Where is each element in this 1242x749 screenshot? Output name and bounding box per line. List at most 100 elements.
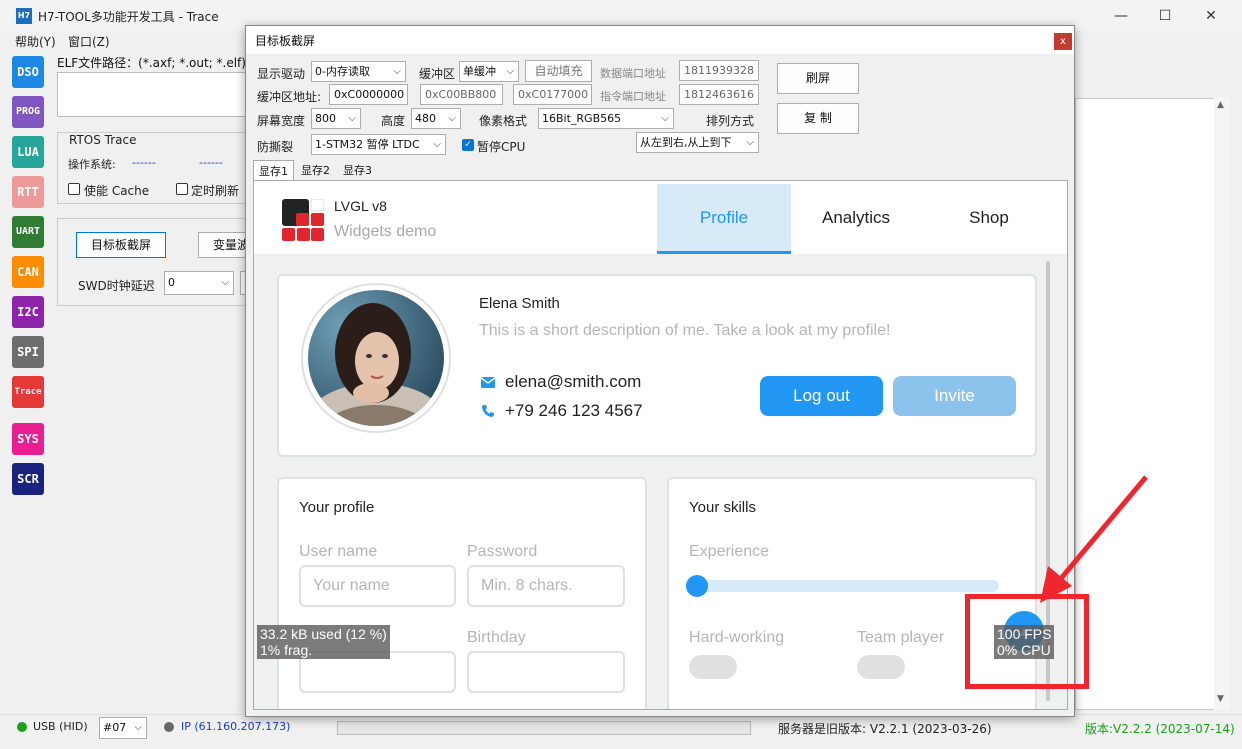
usb-status-icon bbox=[17, 722, 27, 732]
buffer-select[interactable]: 单缓冲 ⌵ bbox=[459, 61, 519, 82]
dso-button[interactable]: DSO bbox=[12, 56, 44, 88]
target-screenshot-button[interactable]: 目标板截屏 bbox=[76, 232, 166, 258]
vertical-scrollbar[interactable]: ▲ ▼ bbox=[1214, 98, 1230, 710]
tab-analytics[interactable]: Analytics bbox=[789, 184, 923, 254]
profile-email: elena@smith.com bbox=[505, 372, 642, 391]
tab-framebuffer-3[interactable]: 显存3 bbox=[338, 160, 377, 180]
refresh-screen-button[interactable]: 刷屏 bbox=[777, 63, 859, 94]
autofill-button[interactable]: 自动填充 bbox=[525, 60, 592, 82]
lvgl-header: LVGL v8 Widgets demo Profile Analytics S… bbox=[254, 181, 1067, 254]
experience-slider-knob[interactable] bbox=[686, 575, 708, 597]
i2c-button[interactable]: I2C bbox=[12, 296, 44, 328]
invite-button[interactable]: Invite bbox=[893, 376, 1016, 416]
elf-path-input[interactable] bbox=[57, 72, 252, 117]
profile-card: Elena Smith This is a short description … bbox=[277, 274, 1037, 457]
buffer-address-label: 缓冲区地址: bbox=[257, 90, 322, 104]
copy-button[interactable]: 复 制 bbox=[777, 103, 859, 134]
trace-output-area[interactable] bbox=[1075, 98, 1230, 710]
buffer-address-2[interactable]: 0xC00BB800 bbox=[420, 84, 503, 105]
tab-framebuffer-1[interactable]: 显存1 bbox=[253, 160, 294, 180]
trace-panel: ELF文件路径：(*.axf; *.out; *.elf) RTOS Trace… bbox=[52, 52, 258, 710]
buffer-address-3[interactable]: 0xC0177000 bbox=[513, 84, 592, 105]
order-select[interactable]: 从左到右,从上到下 ⌵ bbox=[636, 132, 759, 153]
pixel-format-label: 像素格式 bbox=[479, 114, 528, 128]
menu-window[interactable]: 窗口(Z) bbox=[68, 33, 110, 50]
sys-button[interactable]: SYS bbox=[12, 423, 44, 455]
trace-button[interactable]: Trace bbox=[12, 376, 44, 408]
avatar bbox=[301, 283, 451, 433]
minimize-button[interactable]: — bbox=[1108, 5, 1134, 27]
driver-select[interactable]: 0-内存读取 ⌵ bbox=[311, 61, 406, 82]
buffer-address-1[interactable]: 0xC0000000 bbox=[329, 84, 408, 105]
experience-slider-track[interactable] bbox=[689, 580, 999, 592]
usb-status: USB (HID) bbox=[33, 720, 88, 733]
scroll-up-icon[interactable]: ▲ bbox=[1217, 100, 1224, 110]
close-button[interactable]: ✕ bbox=[1198, 5, 1224, 27]
data-port-field[interactable]: 1811939328 bbox=[679, 60, 759, 81]
screenshot-dialog: 目标板截屏 x 显示驱动 0-内存读取 ⌵ 缓冲区 单缓冲 ⌵ 自动填充 数据端口地… bbox=[245, 25, 1075, 717]
experience-label: Experience bbox=[689, 543, 770, 560]
can-button[interactable]: CAN bbox=[12, 256, 44, 288]
lvgl-logo-icon bbox=[282, 199, 324, 241]
tear-select[interactable]: 1-STM32 暂停 LTDC ⌵ bbox=[311, 134, 446, 155]
chevron-down-icon: ⌵ bbox=[134, 722, 142, 733]
chevron-down-icon: ⌵ bbox=[433, 139, 441, 150]
ip-status-icon bbox=[164, 722, 174, 732]
tab-framebuffer-2[interactable]: 显存2 bbox=[296, 160, 335, 180]
birthday-label: Birthday bbox=[467, 629, 526, 646]
pixel-format-select[interactable]: 16Bit_RGB565 ⌵ bbox=[538, 108, 674, 129]
highlight-box bbox=[965, 594, 1089, 689]
memory-frag: 1% frag. bbox=[260, 642, 313, 658]
progress-bar bbox=[337, 721, 751, 735]
refresh-checkbox[interactable] bbox=[176, 183, 188, 195]
team-player-toggle[interactable] bbox=[857, 655, 905, 679]
elf-path-label: ELF文件路径：(*.axf; *.out; *.elf) bbox=[57, 56, 246, 70]
password-label: Password bbox=[467, 543, 538, 560]
rtt-button[interactable]: RTT bbox=[12, 176, 44, 208]
app-logo-icon: H7 bbox=[16, 8, 32, 24]
prog-button[interactable]: PROG bbox=[12, 96, 44, 128]
driver-label: 显示驱动 bbox=[257, 67, 306, 81]
spi-button[interactable]: SPI bbox=[12, 336, 44, 368]
username-label: User name bbox=[299, 543, 378, 560]
chevron-down-icon: ⌵ bbox=[393, 66, 401, 77]
cmd-port-field[interactable]: 1812463616 bbox=[679, 84, 759, 105]
password-input[interactable]: Min. 8 chars. bbox=[467, 565, 625, 607]
lua-button[interactable]: LUA bbox=[12, 136, 44, 168]
captured-screen: LVGL v8 Widgets demo Profile Analytics S… bbox=[253, 180, 1068, 710]
tool-sidebar: DSO PROG LUA RTT UART CAN I2C SPI Trace … bbox=[9, 52, 49, 710]
username-input[interactable]: Your name bbox=[299, 565, 456, 607]
tab-shop[interactable]: Shop bbox=[922, 184, 1056, 254]
hard-working-toggle[interactable] bbox=[689, 655, 737, 679]
chevron-down-icon: ⌵ bbox=[221, 277, 229, 288]
your-profile-card: Your profile User name Your name Passwor… bbox=[277, 477, 647, 709]
width-select[interactable]: 800 ⌵ bbox=[311, 108, 361, 129]
port-select[interactable]: #07 ⌵ bbox=[99, 717, 147, 739]
pause-cpu-checkbox[interactable]: ✓ bbox=[462, 139, 474, 151]
data-port-label: 数据端口地址 bbox=[600, 67, 666, 80]
birthday-input[interactable] bbox=[467, 651, 625, 693]
chevron-down-icon: ⌵ bbox=[506, 66, 514, 77]
swd-delay-label: SWD时钟延迟 bbox=[78, 279, 155, 293]
uart-button[interactable]: UART bbox=[12, 216, 44, 248]
profile-name: Elena Smith bbox=[479, 295, 560, 312]
scr-button[interactable]: SCR bbox=[12, 463, 44, 495]
maximize-button[interactable]: ☐ bbox=[1152, 5, 1178, 27]
log-out-button[interactable]: Log out bbox=[760, 376, 883, 416]
scroll-down-icon[interactable]: ▼ bbox=[1217, 694, 1224, 704]
tab-profile[interactable]: Profile bbox=[657, 184, 791, 254]
profile-phone: +79 246 123 4567 bbox=[505, 401, 643, 420]
menu-help[interactable]: 帮助(Y) bbox=[15, 33, 56, 50]
team-player-label: Team player bbox=[857, 629, 945, 646]
swd-delay-select[interactable]: 0 ⌵ bbox=[164, 271, 234, 295]
phone-icon bbox=[482, 405, 494, 417]
profile-description: This is a short description of me. Take … bbox=[479, 322, 891, 339]
dialog-close-button[interactable]: x bbox=[1054, 33, 1072, 50]
lvgl-subtitle: Widgets demo bbox=[334, 223, 437, 240]
lvgl-demo: LVGL v8 Widgets demo Profile Analytics S… bbox=[254, 181, 1067, 709]
cache-checkbox[interactable] bbox=[68, 183, 80, 195]
server-version: 服务器是旧版本: V2.2.1 (2023-03-26) bbox=[778, 722, 992, 736]
hard-working-label: Hard-working bbox=[689, 629, 785, 646]
height-select[interactable]: 480 ⌵ bbox=[411, 108, 461, 129]
dialog-title: 目标板截屏 bbox=[255, 34, 316, 48]
